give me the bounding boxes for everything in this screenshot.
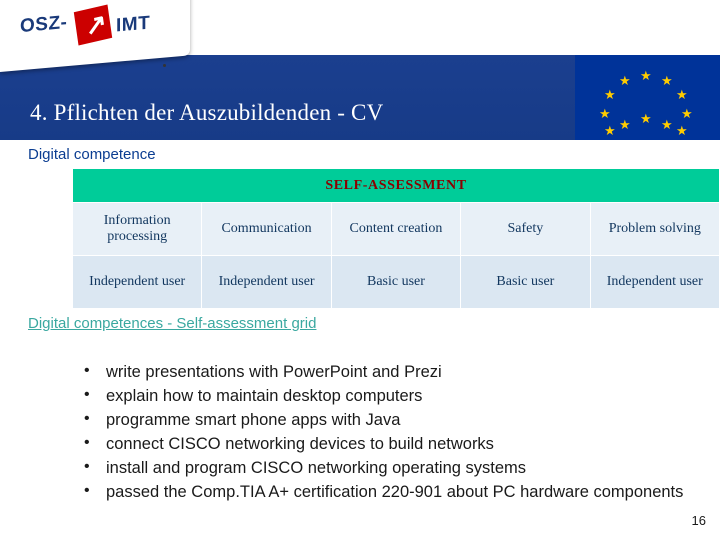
eu-star-icon: ★ (640, 68, 652, 83)
logo-text-left: OSZ- (20, 11, 68, 38)
list-item: connect CISCO networking devices to buil… (78, 431, 703, 456)
table-cell-category: Communication (201, 202, 332, 256)
eu-star-icon: ★ (661, 73, 673, 88)
table-row-categories: Information processing Communication Con… (71, 202, 720, 256)
eu-star-icon: ★ (681, 106, 693, 121)
list-item: programme smart phone apps with Java (78, 407, 703, 432)
logo-dot (163, 64, 166, 67)
list-item: write presentations with PowerPoint and … (78, 359, 703, 384)
page-number: 16 (691, 513, 706, 528)
table-row-levels: Independent user Independent user Basic … (71, 255, 720, 309)
table-header-cell: SELF-ASSESSMENT (72, 168, 720, 203)
table-cell-level: Independent user (71, 255, 203, 309)
european-union-flag: ★ ★ ★ ★ ★ ★ ★ ★ ★ ★ ★ ★ (575, 55, 720, 140)
table-row-header: SELF-ASSESSMENT (72, 168, 720, 203)
logo-text-right: IMT (116, 12, 151, 37)
section-label: Digital competence (28, 146, 156, 163)
eu-star-icon: ★ (640, 111, 652, 126)
eu-star-icon: ★ (599, 106, 611, 121)
eu-star-icon: ★ (619, 117, 631, 132)
table-cell-category: Problem solving (589, 202, 720, 256)
skills-bullet-list: write presentations with PowerPoint and … (78, 359, 703, 504)
self-assessment-grid-link[interactable]: Digital competences - Self-assessment gr… (28, 315, 316, 332)
table-cell-level: Independent user (589, 255, 720, 309)
list-item: explain how to maintain desktop computer… (78, 383, 703, 408)
eu-star-icon: ★ (619, 73, 631, 88)
page-title: 4. Pflichten der Auszubildenden - CV (30, 100, 384, 125)
eu-star-icon: ★ (661, 117, 673, 132)
table-cell-level: Independent user (201, 255, 332, 309)
table-cell-level: Basic user (330, 255, 462, 309)
eu-star-icon: ★ (604, 87, 616, 102)
table-cell-category: Content creation (330, 202, 462, 256)
table-cell-level: Basic user (460, 255, 591, 309)
osz-imt-logo: OSZ- ↗ IMT (0, 0, 196, 78)
table-cell-category: Information processing (71, 202, 203, 256)
self-assessment-table: SELF-ASSESSMENT Information processing C… (71, 168, 720, 309)
eu-star-icon: ★ (604, 123, 616, 138)
eu-star-icon: ★ (676, 123, 688, 138)
table-cell-category: Safety (460, 202, 591, 256)
lightning-bolt-glyph: ↗ (82, 7, 109, 42)
eu-star-icon: ★ (676, 87, 688, 102)
list-item: install and program CISCO networking ope… (78, 455, 703, 480)
list-item: passed the Comp.TIA A+ certification 220… (78, 479, 703, 504)
